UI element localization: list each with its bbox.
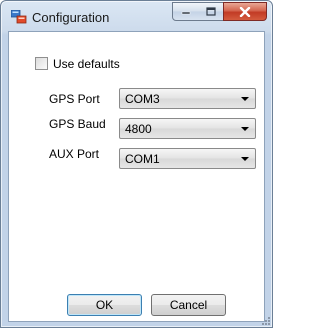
app-window-icon <box>11 10 27 24</box>
use-defaults-label[interactable]: Use defaults <box>53 57 120 71</box>
dropdown-arrow-icon <box>241 97 249 101</box>
window-title: Configuration <box>32 10 110 25</box>
gps-baud-select[interactable]: 4800 <box>119 118 256 139</box>
gps-baud-value: 4800 <box>125 122 152 136</box>
gps-port-value: COM3 <box>125 92 160 106</box>
aux-port-label: AUX Port <box>49 147 100 161</box>
close-button[interactable] <box>223 2 267 21</box>
minimize-button[interactable] <box>172 2 199 21</box>
gps-port-select[interactable]: COM3 <box>119 88 256 109</box>
gps-baud-label: GPS Baud <box>49 117 106 131</box>
close-icon <box>239 6 251 17</box>
ok-button[interactable]: OK <box>67 294 142 316</box>
resize-grip-icon[interactable] <box>261 316 271 326</box>
aux-port-select[interactable]: COM1 <box>119 148 256 169</box>
dropdown-arrow-icon <box>241 127 249 131</box>
aux-port-value: COM1 <box>125 152 160 166</box>
maximize-icon <box>205 7 216 16</box>
dropdown-arrow-icon <box>241 157 249 161</box>
dialog-body: Use defaults GPS Port COM3 GPS Baud 4800… <box>8 31 265 322</box>
title-bar[interactable]: Configuration <box>1 1 272 31</box>
maximize-button[interactable] <box>198 2 224 21</box>
use-defaults-checkbox[interactable] <box>35 57 48 70</box>
cancel-button[interactable]: Cancel <box>151 294 226 316</box>
minimize-icon <box>181 11 190 14</box>
gps-port-label: GPS Port <box>49 92 100 106</box>
configuration-window: Configuration Use defaults GPS Port COM3… <box>0 0 273 328</box>
